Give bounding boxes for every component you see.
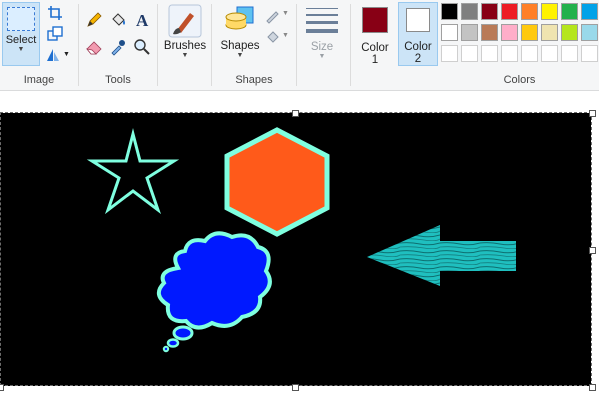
palette-swatch[interactable]: [541, 45, 558, 62]
palette-swatch[interactable]: [541, 3, 558, 20]
palette-swatch[interactable]: [481, 24, 498, 41]
color2-swatch: [406, 8, 430, 32]
palette-swatch[interactable]: [581, 45, 598, 62]
shapes-group-label: Shapes: [235, 74, 273, 86]
hexagon-shape[interactable]: [224, 127, 330, 237]
palette-swatch[interactable]: [461, 3, 478, 20]
palette-swatch[interactable]: [461, 24, 478, 41]
palette-swatch[interactable]: [581, 24, 598, 41]
palette-swatch[interactable]: [501, 45, 518, 62]
palette-swatch[interactable]: [521, 24, 538, 41]
eraser-icon[interactable]: [85, 38, 103, 56]
rotate-dropdown-icon[interactable]: ▼: [63, 51, 70, 58]
svg-text:A: A: [136, 11, 149, 29]
separator: [157, 4, 158, 86]
separator: [350, 4, 351, 86]
select-button[interactable]: Select ▼: [2, 2, 40, 66]
canvas-resize-handle-right[interactable]: [589, 247, 596, 254]
color2-button[interactable]: Color 2: [398, 2, 438, 66]
palette-swatch[interactable]: [581, 3, 598, 20]
text-icon[interactable]: A: [133, 11, 151, 29]
pencil-icon[interactable]: [85, 11, 103, 29]
canvas-resize-handle-bottom[interactable]: [292, 384, 299, 391]
star-shape[interactable]: [86, 128, 180, 215]
canvas-resize-handle-bottomleft[interactable]: [0, 384, 4, 391]
brush-icon: [168, 4, 202, 38]
color-picker-icon[interactable]: [109, 38, 127, 56]
canvas-area: [0, 91, 599, 414]
palette-swatch[interactable]: [461, 45, 478, 62]
brushes-button[interactable]: Brushes ▼: [161, 2, 209, 60]
outline-icon[interactable]: [264, 6, 282, 24]
canvas-resize-handle-topright[interactable]: [589, 110, 596, 117]
crop-icon[interactable]: [46, 4, 64, 22]
color2-label: Color: [404, 41, 432, 53]
image-group: Select ▼ ▼ Image: [0, 0, 78, 90]
palette-swatch[interactable]: [521, 3, 538, 20]
select-dropdown-icon: ▼: [17, 46, 25, 53]
shapes-icon: [225, 6, 254, 30]
shapes-label: Shapes: [220, 40, 260, 52]
palette-swatch[interactable]: [561, 45, 578, 62]
brushes-label: Brushes: [163, 40, 207, 52]
color2-number: 2: [414, 53, 422, 65]
fill-icon[interactable]: [264, 28, 282, 46]
color1-number: 1: [371, 54, 379, 66]
palette-swatch[interactable]: [441, 24, 458, 41]
color1-label: Color: [361, 42, 389, 54]
ribbon: Select ▼ ▼ Image A Tools Brushes ▼ Shape…: [0, 0, 599, 91]
shapes-group: Shapes ▼ ▼ ▼ Shapes: [212, 0, 296, 90]
canvas-resize-handle-top[interactable]: [292, 110, 299, 117]
select-label: Select: [5, 34, 37, 46]
palette-swatch[interactable]: [501, 3, 518, 20]
colors-group-label: Colors: [503, 74, 536, 86]
palette-swatch[interactable]: [481, 45, 498, 62]
resize-icon[interactable]: [46, 25, 64, 43]
size-label: Size: [310, 41, 334, 53]
tools-group-label: Tools: [105, 74, 131, 86]
shapes-dropdown-icon: ▼: [236, 52, 244, 59]
fill-dropdown-icon[interactable]: ▼: [282, 32, 289, 39]
size-button[interactable]: Size ▼: [300, 2, 344, 61]
color1-swatch: [362, 7, 388, 33]
colors-group: Colors: [440, 0, 599, 90]
drawing-canvas[interactable]: [0, 113, 591, 386]
palette-swatch[interactable]: [561, 3, 578, 20]
brushes-dropdown-icon: ▼: [181, 52, 189, 59]
palette-swatch[interactable]: [561, 24, 578, 41]
palette-swatch[interactable]: [521, 45, 538, 62]
rotate-icon[interactable]: [44, 46, 62, 64]
size-lines-icon: [306, 8, 338, 33]
palette-swatch[interactable]: [441, 3, 458, 20]
outline-dropdown-icon[interactable]: ▼: [282, 10, 289, 17]
magnifier-icon[interactable]: [133, 38, 151, 56]
separator: [296, 4, 297, 86]
palette-swatch[interactable]: [501, 24, 518, 41]
canvas-drawing: [86, 127, 516, 353]
color1-button[interactable]: Color 1: [354, 2, 396, 66]
palette-swatch[interactable]: [541, 24, 558, 41]
size-dropdown-icon: ▼: [318, 53, 326, 60]
palette-swatch[interactable]: [441, 45, 458, 62]
shapes-button[interactable]: Shapes ▼: [216, 2, 264, 60]
tools-group: A Tools: [79, 0, 157, 90]
canvas-resize-handle-bottomright[interactable]: [589, 384, 596, 391]
thought-bubble-shape[interactable]: [156, 231, 272, 353]
image-group-label: Image: [23, 74, 55, 86]
arrow-shape[interactable]: [367, 225, 516, 286]
fill-bucket-icon[interactable]: [109, 11, 127, 29]
select-rect-icon: [7, 7, 35, 31]
palette-swatch[interactable]: [481, 3, 498, 20]
